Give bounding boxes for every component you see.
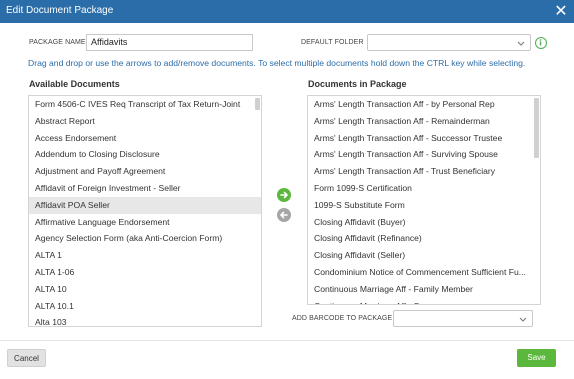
- add-to-package-arrow-icon[interactable]: [277, 188, 291, 202]
- available-documents-list[interactable]: Form 4506-C IVES Req Transcript of Tax R…: [28, 95, 262, 327]
- close-icon[interactable]: ✕: [553, 2, 569, 20]
- list-item[interactable]: Continuous Marriage Aff - Spouse: [308, 298, 540, 304]
- list-item[interactable]: Arms' Length Transaction Aff - Successor…: [308, 130, 540, 147]
- list-item[interactable]: ALTA 1: [29, 247, 261, 264]
- remove-from-package-arrow-icon[interactable]: [277, 208, 291, 222]
- available-list-scrollbar[interactable]: [255, 98, 260, 110]
- list-item[interactable]: Condominium Notice of Commencement Suffi…: [308, 264, 540, 281]
- instructions-text: Drag and drop or use the arrows to add/r…: [28, 58, 526, 68]
- list-item[interactable]: ALTA 1-06: [29, 264, 261, 281]
- default-folder-label: DEFAULT FOLDER: [301, 39, 364, 46]
- list-item[interactable]: Access Endorsement: [29, 130, 261, 147]
- list-item[interactable]: ALTA 10.1: [29, 298, 261, 315]
- list-item[interactable]: ALTA 10: [29, 281, 261, 298]
- list-item[interactable]: Abstract Report: [29, 113, 261, 130]
- dialog-title: Edit Document Package: [6, 5, 114, 16]
- documents-in-package-list[interactable]: Arms' Length Transaction Aff - by Person…: [307, 95, 541, 305]
- list-item[interactable]: Arms' Length Transaction Aff - Remainder…: [308, 113, 540, 130]
- list-item[interactable]: Form 1099-S Certification: [308, 180, 540, 197]
- list-item[interactable]: Addendum to Closing Disclosure: [29, 146, 261, 163]
- list-item[interactable]: Arms' Length Transaction Aff - by Person…: [308, 96, 540, 113]
- list-item[interactable]: Closing Affidavit (Seller): [308, 247, 540, 264]
- list-item[interactable]: Affirmative Language Endorsement: [29, 214, 261, 231]
- list-item[interactable]: Alta 103: [29, 314, 261, 326]
- footer-divider: [0, 340, 574, 341]
- list-item[interactable]: Arms' Length Transaction Aff - Surviving…: [308, 146, 540, 163]
- list-item[interactable]: Affidavit of Foreign Investment - Seller: [29, 180, 261, 197]
- package-list-scrollbar[interactable]: [534, 98, 539, 158]
- chevron-down-icon: [517, 41, 525, 46]
- package-name-label: PACKAGE NAME: [29, 39, 86, 46]
- list-item[interactable]: Adjustment and Payoff Agreement: [29, 163, 261, 180]
- add-barcode-select[interactable]: [393, 310, 533, 327]
- list-item[interactable]: Continuous Marriage Aff - Family Member: [308, 281, 540, 298]
- list-item[interactable]: Affidavit POA Seller: [29, 196, 261, 214]
- list-item[interactable]: Closing Affidavit (Refinance): [308, 230, 540, 247]
- list-item[interactable]: Closing Affidavit (Buyer): [308, 214, 540, 231]
- save-button[interactable]: Save: [517, 349, 556, 367]
- cancel-button[interactable]: Cancel: [7, 349, 46, 367]
- list-item[interactable]: Form 4506-C IVES Req Transcript of Tax R…: [29, 96, 261, 113]
- documents-in-package-header: Documents in Package: [308, 79, 407, 89]
- available-documents-header: Available Documents: [29, 79, 120, 89]
- add-barcode-label: ADD BARCODE TO PACKAGE: [292, 315, 393, 322]
- package-name-input[interactable]: Affidavits: [86, 34, 253, 51]
- list-item[interactable]: Agency Selection Form (aka Anti-Coercion…: [29, 230, 261, 247]
- chevron-down-icon: [519, 317, 527, 322]
- list-item[interactable]: 1099-S Substitute Form: [308, 197, 540, 214]
- list-item[interactable]: Arms' Length Transaction Aff - Trust Ben…: [308, 163, 540, 180]
- info-icon[interactable]: [535, 37, 547, 49]
- dialog-titlebar: Edit Document Package ✕: [0, 0, 574, 23]
- default-folder-select[interactable]: [367, 34, 531, 51]
